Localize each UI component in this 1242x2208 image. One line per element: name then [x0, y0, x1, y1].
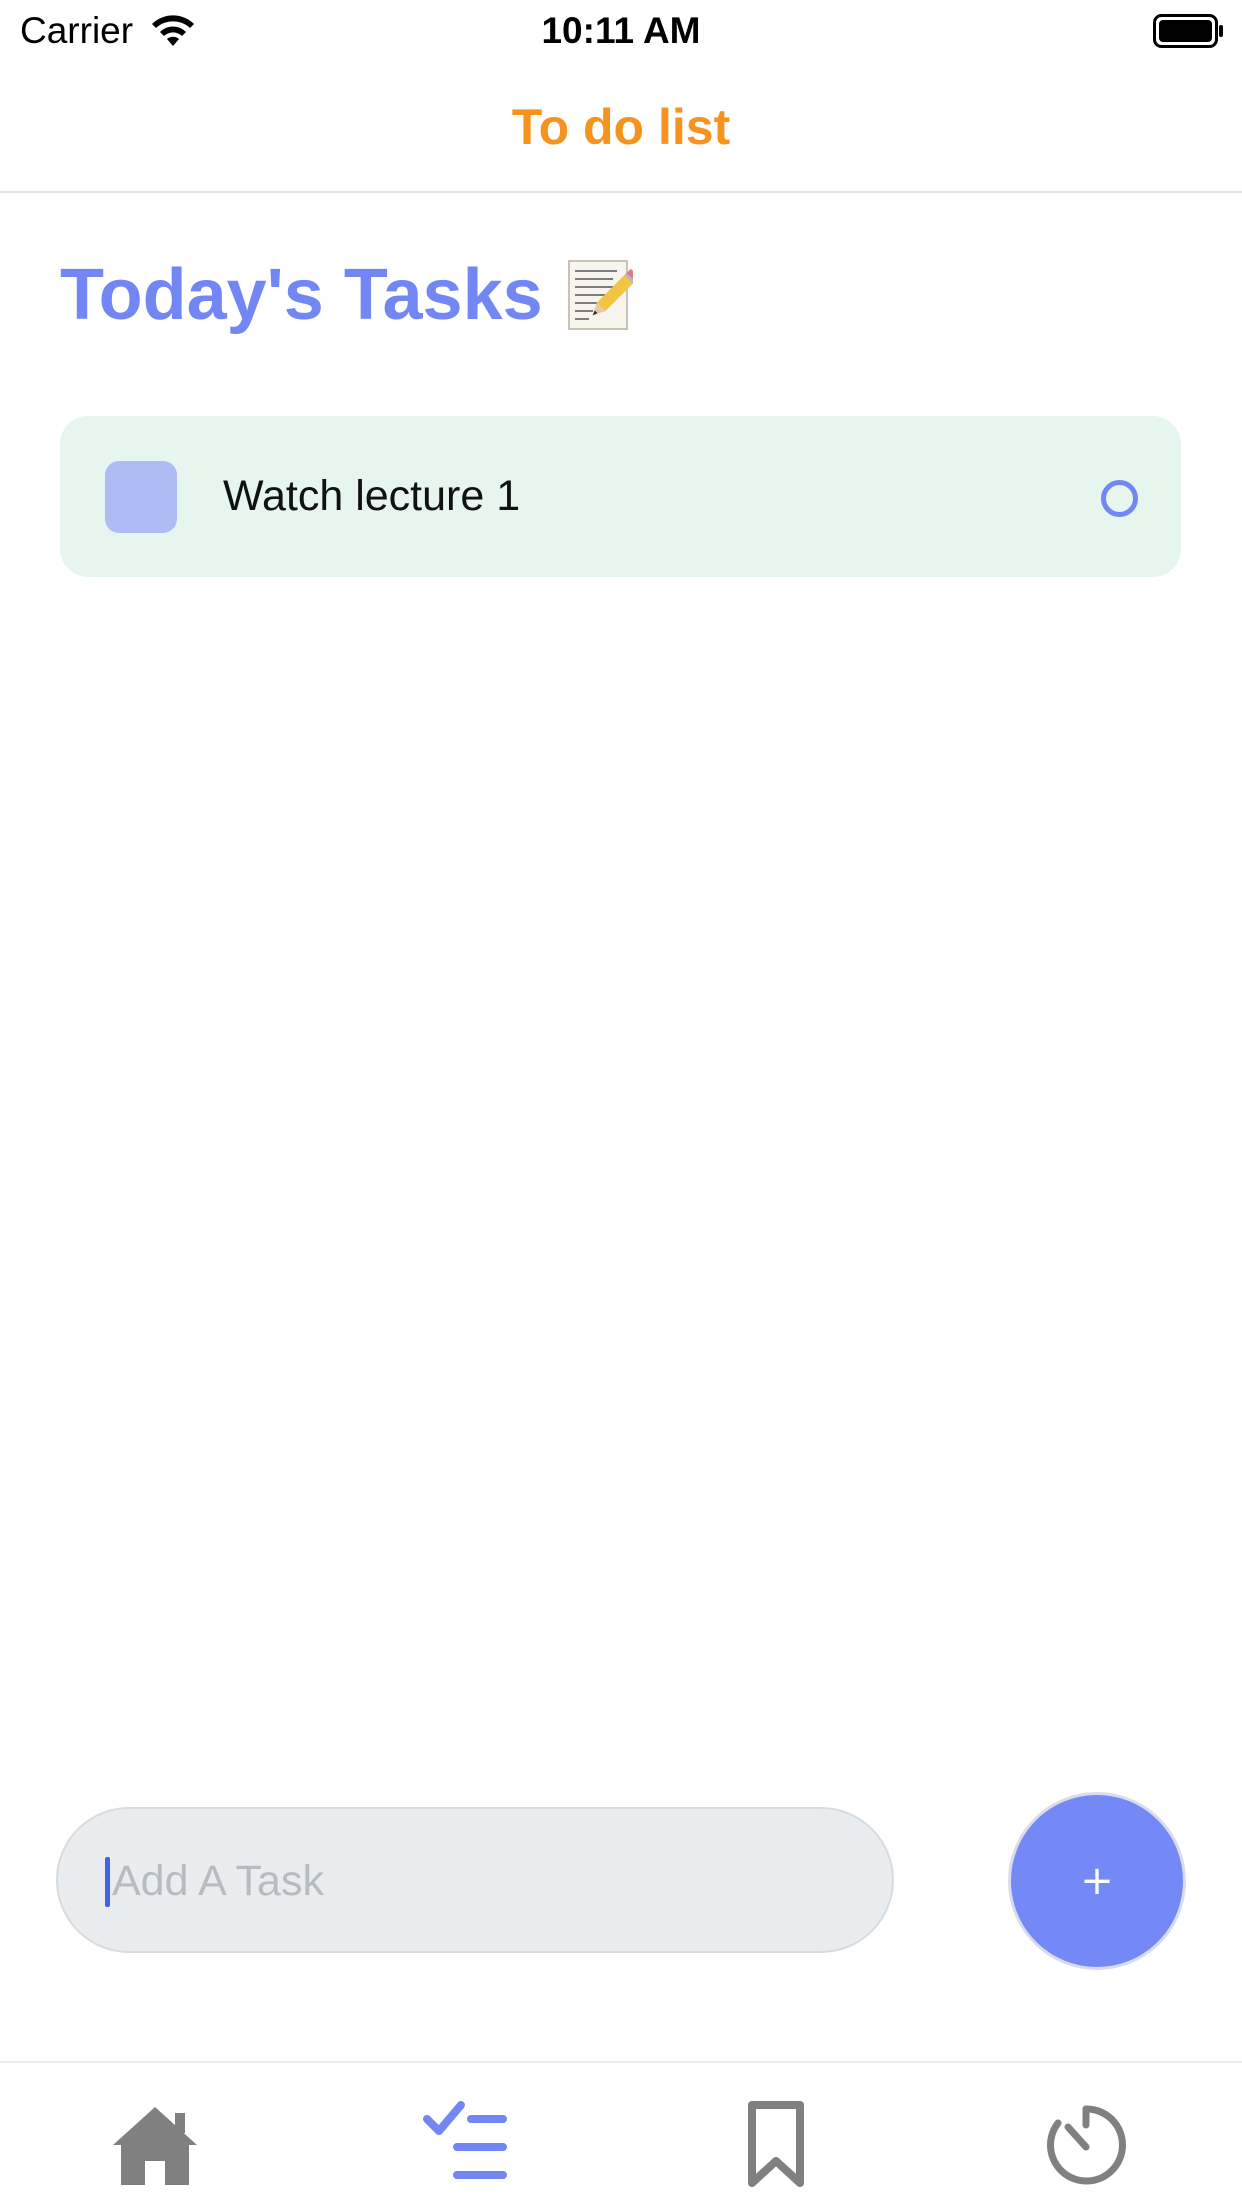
tab-tasks[interactable] — [417, 2099, 517, 2189]
tab-bookmarks[interactable] — [726, 2099, 826, 2189]
add-task-button[interactable]: + — [1008, 1792, 1186, 1970]
tasks-checklist-icon — [423, 2101, 507, 2179]
tab-home[interactable] — [105, 2099, 205, 2189]
task-input[interactable] — [104, 1843, 852, 1919]
battery-icon — [1153, 14, 1225, 48]
timer-icon — [1047, 2105, 1126, 2185]
text-caret — [105, 1857, 110, 1907]
tab-timer[interactable] — [1036, 2099, 1136, 2189]
screen: Carrier 10:11 AM To do list Today's Task… — [0, 0, 1242, 2208]
task-checkbox[interactable] — [105, 461, 177, 533]
status-bar: Carrier 10:11 AM — [0, 0, 1242, 62]
header-title: To do list — [511, 99, 731, 155]
bottom-tab-bar — [0, 2061, 1242, 2208]
task-item[interactable]: Watch lecture 1 — [60, 416, 1181, 577]
clock: 10:11 AM — [541, 10, 701, 51]
home-icon — [113, 2107, 197, 2185]
section-title-row: Today's Tasks — [60, 250, 639, 340]
section-title: Today's Tasks — [60, 255, 543, 335]
task-input-container — [56, 1807, 894, 1953]
memo-icon — [567, 259, 639, 331]
bookmark-icon — [748, 2101, 804, 2187]
task-status-circle-icon[interactable] — [1101, 480, 1138, 517]
task-label: Watch lecture 1 — [223, 472, 521, 520]
nav-header: To do list — [0, 62, 1242, 193]
